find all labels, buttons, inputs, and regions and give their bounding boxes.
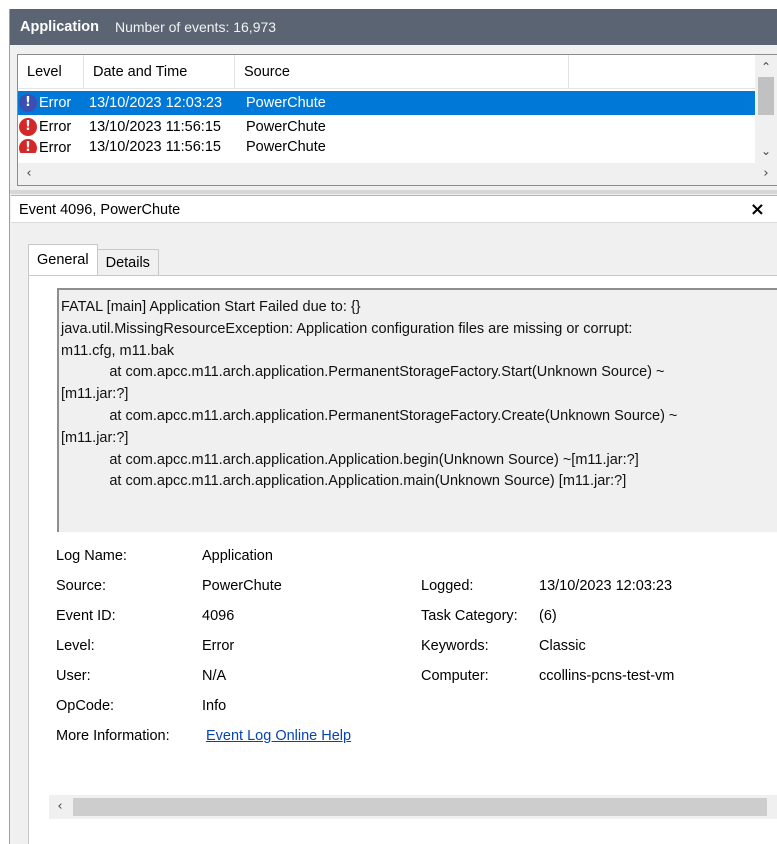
scroll-down-icon[interactable]: ⌄ xyxy=(755,141,777,161)
tab-details[interactable]: Details xyxy=(97,249,159,275)
error-icon: ! xyxy=(19,94,37,112)
computer-label: Computer: xyxy=(421,668,489,684)
opcode-value[interactable]: Info xyxy=(202,698,226,714)
table-row[interactable]: ! Error 13/10/2023 11:56:15 PowerChute xyxy=(18,115,756,139)
level-cell: ! Error xyxy=(18,139,84,153)
table-row[interactable]: ! Error 13/10/2023 12:03:23 PowerChute xyxy=(18,91,756,115)
scroll-left-icon[interactable]: ‹ xyxy=(18,163,40,185)
level-cell: ! Error xyxy=(18,94,84,112)
event-id-value[interactable]: 4096 xyxy=(202,608,234,624)
list-horizontal-scrollbar[interactable]: ‹ › xyxy=(18,163,777,185)
scroll-up-icon[interactable]: ⌃ xyxy=(755,57,777,77)
list-header: Level Date and Time Source xyxy=(18,55,756,89)
source-value[interactable]: PowerChute xyxy=(202,578,282,594)
table-row[interactable]: ! Error 13/10/2023 11:56:15 PowerChute xyxy=(18,139,756,153)
log-title: Application xyxy=(20,19,99,35)
event-rows: ! Error 13/10/2023 12:03:23 PowerChute ! E… xyxy=(18,91,756,173)
pane-splitter[interactable] xyxy=(10,190,777,194)
log-name-value[interactable]: Application xyxy=(202,548,273,564)
logged-value[interactable]: 13/10/2023 12:03:23 xyxy=(539,578,672,594)
source-label: Source: xyxy=(56,578,106,594)
list-vertical-scrollbar[interactable]: ⌃ ⌄ xyxy=(755,55,777,163)
column-header-level[interactable]: Level xyxy=(18,55,84,89)
error-icon: ! xyxy=(19,118,37,136)
column-header-date[interactable]: Date and Time xyxy=(84,55,235,89)
log-header: Application Number of events: 16,973 xyxy=(10,9,777,45)
opcode-label: OpCode: xyxy=(56,698,115,714)
date-cell: 13/10/2023 11:56:15 xyxy=(89,139,221,153)
event-count: Number of events: 16,973 xyxy=(114,19,277,35)
computer-value[interactable]: ccollins-pcns-test-vm xyxy=(539,668,674,684)
scrollbar-thumb[interactable] xyxy=(758,77,774,115)
level-text: Error xyxy=(39,140,72,153)
column-header-empty[interactable] xyxy=(569,55,756,89)
level-label: Level: xyxy=(56,638,95,654)
level-text: Error xyxy=(39,119,72,135)
log-name-label: Log Name: xyxy=(56,548,127,564)
level-cell: ! Error xyxy=(18,118,84,136)
keywords-label: Keywords: xyxy=(421,638,489,654)
source-cell: PowerChute xyxy=(246,119,326,135)
event-list[interactable]: Level Date and Time Source ! Error 13/10/… xyxy=(17,54,777,186)
detail-title: Event 4096, PowerChute xyxy=(19,202,181,218)
general-tab-body: FATAL [main] Application Start Failed du… xyxy=(28,275,777,844)
detail-tabs: General Details xyxy=(28,244,159,275)
more-info-label: More Information: xyxy=(56,728,170,744)
keywords-value[interactable]: Classic xyxy=(539,638,586,654)
event-viewer: Application Number of events: 16,973 Lev… xyxy=(9,9,777,844)
event-log-help-link[interactable]: Event Log Online Help xyxy=(206,728,351,744)
scroll-right-icon[interactable]: › xyxy=(771,795,777,819)
source-cell: PowerChute xyxy=(246,95,326,111)
level-value[interactable]: Error xyxy=(202,638,234,654)
detail-horizontal-scrollbar[interactable]: ‹ › xyxy=(49,795,777,819)
close-icon[interactable]: × xyxy=(750,199,765,220)
error-icon: ! xyxy=(19,139,37,153)
user-label: User: xyxy=(56,668,91,684)
detail-title-bar: Event 4096, PowerChute × xyxy=(11,195,777,223)
task-category-label: Task Category: xyxy=(421,608,518,624)
task-category-value[interactable]: (6) xyxy=(539,608,557,624)
logged-label: Logged: xyxy=(421,578,474,594)
user-value[interactable]: N/A xyxy=(202,668,226,684)
scroll-right-icon[interactable]: › xyxy=(755,163,777,185)
source-cell: PowerChute xyxy=(246,139,326,153)
scrollbar-thumb[interactable] xyxy=(73,798,767,816)
date-cell: 13/10/2023 12:03:23 xyxy=(89,95,223,111)
scrollbar-thumb[interactable] xyxy=(40,166,754,182)
column-header-source[interactable]: Source xyxy=(235,55,569,89)
level-text: Error xyxy=(39,95,72,111)
event-id-label: Event ID: xyxy=(56,608,116,624)
event-description[interactable]: FATAL [main] Application Start Failed du… xyxy=(57,288,777,532)
date-cell: 13/10/2023 11:56:15 xyxy=(89,119,221,135)
scroll-left-icon[interactable]: ‹ xyxy=(49,795,71,819)
event-detail-pane: Event 4096, PowerChute × General Details… xyxy=(10,195,777,844)
tab-general[interactable]: General xyxy=(28,244,98,275)
